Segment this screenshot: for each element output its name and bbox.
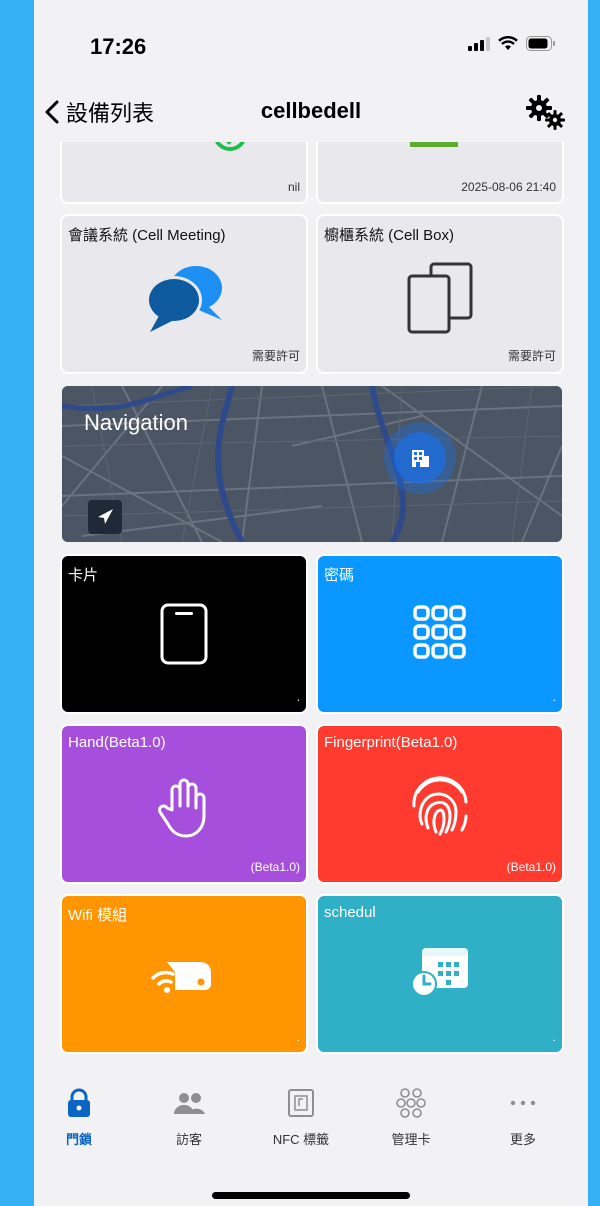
schedule-foot: . (552, 1030, 556, 1044)
keypad-icon (413, 605, 466, 659)
status-icons (468, 36, 556, 51)
hand-foot: (Beta1.0) (250, 860, 300, 874)
home-indicator (212, 1192, 410, 1199)
top-right-tile[interactable]: 2025-08-06 21:40 (318, 142, 562, 202)
wifi-module-title: Wifi 模組 (68, 907, 128, 924)
settings-button[interactable] (524, 94, 566, 135)
signal-icon (468, 36, 490, 51)
cell-meeting-permission: 需要許可 (251, 349, 300, 363)
navigation-label: Navigation (84, 410, 188, 435)
tab-visitors[interactable]: 訪客 (144, 1088, 234, 1148)
chat-bubbles-icon (146, 266, 222, 332)
grid-circles-icon (396, 1088, 426, 1118)
status-bar: 17:26 (34, 0, 588, 90)
router-icon (151, 962, 211, 993)
wifi-module-foot: . (296, 1030, 300, 1044)
fingerprint-tile[interactable]: Fingerprint(Beta1.0) (Beta1.0) (318, 726, 562, 882)
wifi-module-tile[interactable]: Wifi 模組 . (62, 896, 306, 1052)
tab-visitors-label: 訪客 (175, 1132, 202, 1147)
card-tile[interactable]: 卡片 . (62, 556, 306, 712)
battery-icon (526, 36, 555, 51)
password-foot: . (552, 690, 556, 704)
tab-nfc[interactable]: NFC 標籤 (256, 1088, 346, 1148)
cell-meeting-tile[interactable]: 會議系統 (Cell Meeting) 需要許可 (62, 216, 306, 372)
location-button[interactable] (88, 500, 122, 534)
card-icon (160, 603, 208, 665)
navigation-map-tile[interactable]: Navigation (62, 386, 562, 542)
check-circle-icon (215, 142, 245, 151)
more-dots-icon (510, 1100, 536, 1106)
building-icon (412, 450, 429, 467)
tab-more[interactable]: 更多 (478, 1088, 568, 1148)
device-grid: nil 2025-08-06 21:40 會議系統 (Cell Meeting)… (34, 142, 588, 1074)
tab-admin-card[interactable]: 管理卡 (366, 1088, 456, 1148)
hand-title: Hand(Beta1.0) (68, 734, 166, 751)
fingerprint-foot: (Beta1.0) (506, 860, 556, 874)
lock-icon (68, 1088, 90, 1117)
gears-icon (526, 95, 565, 130)
users-icon (174, 1093, 205, 1114)
hand-tile[interactable]: Hand(Beta1.0) (Beta1.0) (62, 726, 306, 882)
wifi-icon (498, 36, 518, 50)
cell-meeting-title: 會議系統 (Cell Meeting) (68, 227, 226, 244)
schedule-tile[interactable]: schedul . (318, 896, 562, 1052)
card-foot: . (296, 690, 300, 704)
green-bar (410, 142, 458, 147)
nfc-icon (288, 1089, 314, 1117)
cabinet-icon (407, 262, 473, 334)
cell-box-tile[interactable]: 櫥櫃系統 (Cell Box) 需要許可 (318, 216, 562, 372)
password-title: 密碼 (324, 567, 355, 584)
tab-bar: 門鎖 訪客 NFC 標籤 管理卡 更多 (34, 1074, 588, 1206)
cell-box-permission: 需要許可 (507, 349, 556, 363)
fingerprint-icon (412, 776, 468, 836)
card-title: 卡片 (68, 567, 99, 584)
top-left-status: nil (287, 180, 300, 194)
navigation-bar: 設備列表 cellbedell (34, 90, 588, 142)
top-left-tile[interactable]: nil (62, 142, 306, 202)
tab-door-lock[interactable]: 門鎖 (34, 1088, 124, 1148)
tab-nfc-label: NFC 標籤 (272, 1132, 330, 1147)
tab-door-lock-label: 門鎖 (65, 1132, 92, 1147)
page-title: cellbedell (260, 98, 362, 123)
tab-admin-card-label: 管理卡 (391, 1132, 431, 1147)
location-arrow-icon (98, 509, 113, 524)
hand-icon (158, 778, 206, 838)
schedule-title: schedul (324, 904, 376, 921)
status-time: 17:26 (90, 34, 147, 59)
calendar-clock-icon (411, 948, 468, 997)
fingerprint-title: Fingerprint(Beta1.0) (324, 734, 458, 751)
tab-more-label: 更多 (509, 1132, 536, 1147)
top-right-timestamp: 2025-08-06 21:40 (461, 180, 556, 194)
password-tile[interactable]: 密碼 . (318, 556, 562, 712)
phone-screen: 17:26 設備列表 cellbedell nil 2025-08-06 21:… (34, 0, 588, 1206)
cell-box-title: 櫥櫃系統 (Cell Box) (324, 227, 455, 244)
